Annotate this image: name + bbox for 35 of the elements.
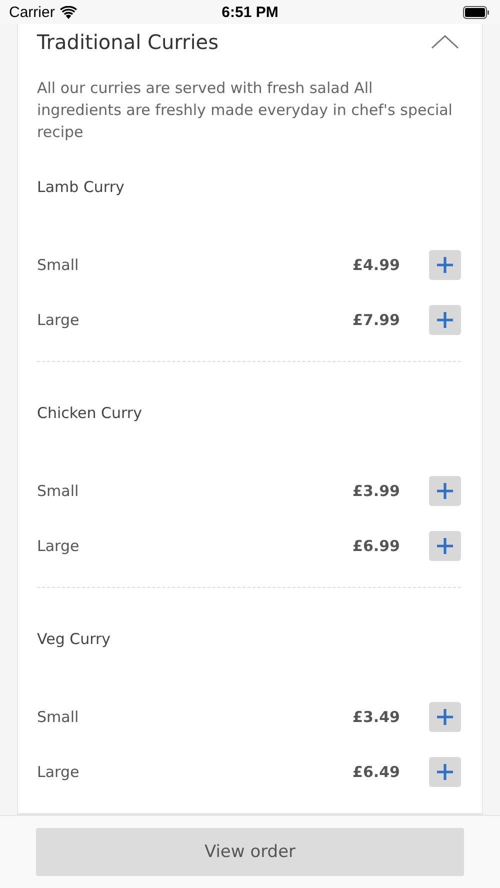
add-button[interactable]	[429, 702, 461, 732]
section-title: Traditional Curries	[37, 30, 219, 54]
plus-icon	[437, 312, 453, 328]
dish-name: Lamb Curry	[37, 177, 124, 198]
plus-icon	[437, 764, 453, 780]
size-label: Small	[37, 482, 79, 500]
plus-icon	[437, 257, 453, 273]
price-label: £6.49	[352, 763, 400, 781]
add-button[interactable]	[429, 757, 461, 787]
price-label: £3.99	[352, 482, 400, 500]
size-label: Large	[37, 311, 80, 329]
plus-icon	[437, 709, 453, 725]
size-label: Small	[37, 708, 79, 726]
size-label: Small	[37, 256, 79, 274]
clock-time: 6:51 PM	[222, 4, 278, 20]
wifi-icon	[60, 6, 77, 18]
add-button[interactable]	[429, 250, 461, 280]
size-label: Large	[37, 537, 80, 555]
size-label: Large	[37, 763, 80, 781]
plus-icon	[437, 483, 453, 499]
battery-icon	[463, 6, 490, 18]
price-label: £3.49	[352, 708, 400, 726]
dish-name: Chicken Curry	[37, 403, 142, 424]
add-button[interactable]	[429, 531, 461, 561]
dish-name: Veg Curry	[37, 629, 111, 650]
chevron-up-icon[interactable]	[431, 34, 459, 50]
price-label: £7.99	[352, 311, 400, 329]
add-button[interactable]	[429, 476, 461, 506]
price-label: £4.99	[352, 256, 400, 274]
plus-icon	[437, 538, 453, 554]
view-order-button[interactable]: View order	[36, 828, 464, 876]
section-description: All our curries are served with fresh salad All ingredients are freshly made everyday in chef's special recipe	[37, 78, 454, 143]
price-label: £6.99	[352, 537, 400, 555]
carrier-label: Carrier	[9, 4, 55, 20]
add-button[interactable]	[429, 305, 461, 335]
